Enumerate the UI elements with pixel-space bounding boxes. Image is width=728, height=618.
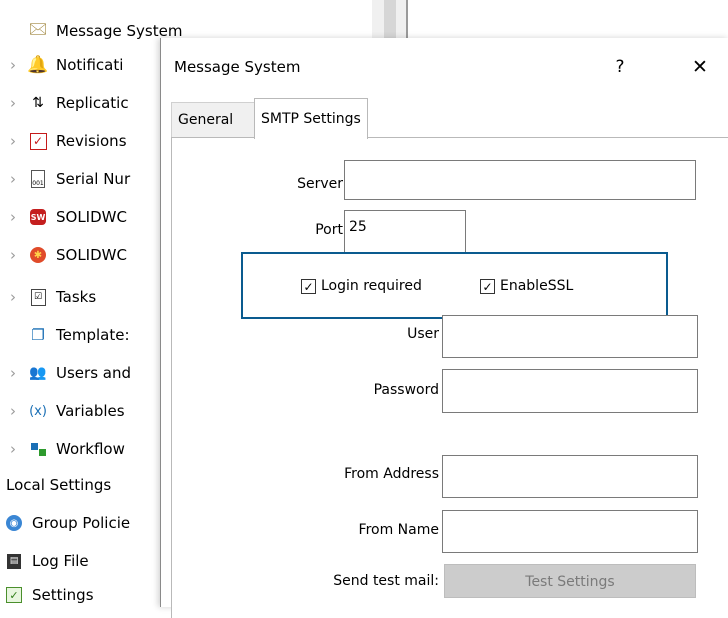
from-name-label: From Name xyxy=(358,522,439,538)
variables-icon: (x) xyxy=(29,403,47,419)
tree-item-templates[interactable]: › ❐ Template: xyxy=(0,320,130,350)
tree-item-label: Serial Nur xyxy=(56,170,131,188)
tree-item-label: Users and xyxy=(56,364,131,382)
dialog-title: Message System xyxy=(174,58,301,76)
workflow-icon xyxy=(28,439,48,459)
chevron-right-icon[interactable]: › xyxy=(6,402,20,420)
tree-item-group-policies[interactable]: ◉ Group Policie xyxy=(0,508,130,538)
tab-label: SMTP Settings xyxy=(261,111,361,127)
server-field[interactable] xyxy=(344,160,696,200)
tree-item-label: Group Policie xyxy=(32,514,131,532)
dialog-titlebar[interactable]: Message System ? ✕ xyxy=(161,38,728,94)
checkbox-label: EnableSSL xyxy=(500,278,574,294)
tree-item-label: Tasks xyxy=(56,288,97,306)
tree-item-log-file[interactable]: ▤ Log File xyxy=(0,546,89,576)
from-address-field[interactable] xyxy=(442,455,698,498)
tree-item-revisions[interactable]: › ✓ Revisions xyxy=(0,126,127,156)
from-address-label: From Address xyxy=(344,466,439,482)
chevron-right-icon[interactable]: › xyxy=(6,364,20,382)
tree-item-message-system[interactable]: › 🖂 Message System xyxy=(0,16,183,46)
settings-icon: ✓ xyxy=(4,585,24,605)
solidworks-icon: SW xyxy=(28,207,48,227)
section-local-settings: Local Settings xyxy=(6,476,112,494)
checkbox-label: Login required xyxy=(321,278,422,294)
tree-item-solidworks-1[interactable]: › SW SOLIDWC xyxy=(0,202,127,232)
log-file-icon: ▤ xyxy=(4,551,24,571)
port-label: Port xyxy=(315,222,343,238)
replication-icon: ⇅ xyxy=(32,95,44,111)
tree-item-label: Workflow xyxy=(56,440,125,458)
chevron-right-icon[interactable]: › xyxy=(6,170,20,188)
chevron-right-icon[interactable]: › xyxy=(6,94,20,112)
tree-item-tasks[interactable]: › ☑ Tasks xyxy=(0,282,96,312)
tree-item-label: Log File xyxy=(32,552,89,570)
tree-item-label: Replicatic xyxy=(56,94,129,112)
close-button[interactable]: ✕ xyxy=(685,52,715,82)
test-settings-button[interactable]: Test Settings xyxy=(444,564,696,598)
tree-item-variables[interactable]: › (x) Variables xyxy=(0,396,125,426)
password-field[interactable] xyxy=(442,369,698,413)
tree-item-label: Variables xyxy=(56,402,125,420)
group-policies-icon: ◉ xyxy=(4,513,24,533)
tree-item-settings[interactable]: ✓ Settings xyxy=(0,580,94,610)
enable-ssl-checkbox[interactable]: ✓ EnableSSL xyxy=(480,278,573,294)
port-field[interactable]: 25 xyxy=(344,210,466,254)
tab-general[interactable]: General xyxy=(171,102,257,138)
bell-icon: 🔔 xyxy=(27,55,49,75)
tree-item-notifications[interactable]: › 🔔 Notificati xyxy=(0,50,123,80)
from-name-field[interactable] xyxy=(442,510,698,553)
password-label: Password xyxy=(373,382,439,398)
tab-smtp-settings[interactable]: SMTP Settings xyxy=(254,98,368,139)
scrollbar-thumb[interactable] xyxy=(384,0,396,40)
templates-icon: ❐ xyxy=(31,326,45,344)
tree-item-label: Template: xyxy=(56,326,130,344)
login-required-checkbox[interactable]: ✓ Login required xyxy=(301,278,422,294)
server-label: Server xyxy=(297,176,343,192)
checkbox-check-icon: ✓ xyxy=(301,278,316,294)
checkbox-check-icon: ✓ xyxy=(480,278,495,294)
solidworks-task-icon: ✱ xyxy=(28,245,48,265)
tree-item-workflows[interactable]: › Workflow xyxy=(0,434,125,464)
tree-item-label: Revisions xyxy=(56,132,127,150)
user-label: User xyxy=(407,326,439,342)
tasks-icon: ☑ xyxy=(28,287,48,307)
chevron-right-icon[interactable]: › xyxy=(6,56,20,74)
tree-item-label: Settings xyxy=(32,586,94,604)
user-field[interactable] xyxy=(442,315,698,358)
chevron-right-icon[interactable]: › xyxy=(6,440,20,458)
mail-icon: 🖂 xyxy=(28,18,48,38)
tree-item-users-and-groups[interactable]: › 👥 Users and xyxy=(0,358,131,388)
tab-label: General xyxy=(178,112,234,128)
message-system-dialog: Message System ? ✕ General SMTP Settings… xyxy=(160,38,728,618)
chevron-right-icon[interactable]: › xyxy=(6,246,20,264)
chevron-right-icon[interactable]: › xyxy=(6,132,20,150)
tree-item-solidworks-2[interactable]: › ✱ SOLIDWC xyxy=(0,240,127,270)
chevron-right-icon[interactable]: › xyxy=(6,288,20,306)
users-icon: 👥 xyxy=(29,365,47,381)
tree-item-serial-numbers[interactable]: › 001 Serial Nur xyxy=(0,164,130,194)
send-test-mail-label: Send test mail: xyxy=(333,573,439,589)
revisions-check-icon: ✓ xyxy=(28,131,48,151)
chevron-right-icon[interactable]: › xyxy=(6,208,20,226)
tree-item-label: SOLIDWC xyxy=(56,208,127,226)
tree-item-replication[interactable]: › ⇅ Replicatic xyxy=(0,88,129,118)
tree-item-label: SOLIDWC xyxy=(56,246,127,264)
serial-number-icon: 001 xyxy=(28,169,48,189)
help-button[interactable]: ? xyxy=(605,52,635,82)
tree-item-label: Notificati xyxy=(56,56,124,74)
